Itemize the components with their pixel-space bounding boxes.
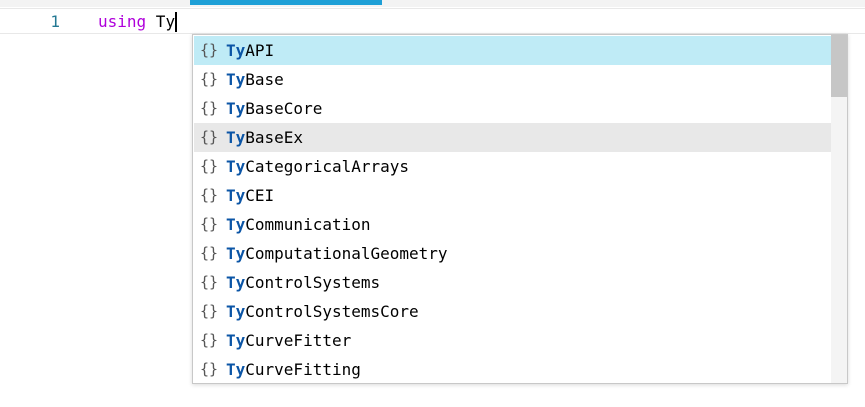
suggestion-item[interactable]: {} Ty ComputationalGeometry bbox=[194, 239, 831, 268]
suggestion-label: BaseEx bbox=[245, 128, 304, 147]
namespace-braces-icon: {} bbox=[200, 99, 219, 117]
text-cursor bbox=[175, 12, 178, 32]
tab-bar bbox=[0, 0, 865, 7]
namespace-braces-icon: {} bbox=[200, 244, 219, 262]
namespace-braces-icon: {} bbox=[200, 273, 219, 291]
suggestion-label: ComputationalGeometry bbox=[245, 244, 448, 263]
suggestion-item[interactable]: {} Ty CategoricalArrays bbox=[194, 152, 831, 181]
suggestion-item[interactable]: {} Ty Communication bbox=[194, 210, 831, 239]
suggestion-match-prefix: Ty bbox=[226, 273, 246, 292]
suggestion-match-prefix: Ty bbox=[226, 99, 246, 118]
code-editor[interactable]: 1 using Ty {} Ty API{} Ty Base{} Ty BaseCore{}… bbox=[0, 0, 865, 407]
suggestion-item[interactable]: {} Ty ControlSystemsCore bbox=[194, 297, 831, 326]
suggestion-match-prefix: Ty bbox=[226, 128, 246, 147]
suggestion-match-prefix: Ty bbox=[226, 331, 246, 350]
suggestion-match-prefix: Ty bbox=[226, 41, 246, 60]
suggestion-item[interactable]: {} Ty BaseCore bbox=[194, 94, 831, 123]
suggestion-match-prefix: Ty bbox=[226, 360, 246, 379]
namespace-braces-icon: {} bbox=[200, 157, 219, 175]
suggestion-match-prefix: Ty bbox=[226, 302, 246, 321]
namespace-braces-icon: {} bbox=[200, 302, 219, 320]
suggestion-label: CurveFitting bbox=[245, 360, 361, 379]
suggestion-label: API bbox=[245, 41, 275, 60]
suggestion-match-prefix: Ty bbox=[226, 186, 246, 205]
suggestion-match-prefix: Ty bbox=[226, 70, 246, 89]
suggestion-label: CategoricalArrays bbox=[245, 157, 410, 176]
namespace-braces-icon: {} bbox=[200, 360, 219, 378]
suggestion-item[interactable]: {} Ty CurveFitter bbox=[194, 326, 831, 355]
suggestion-scrollbar[interactable] bbox=[831, 35, 847, 383]
suggestion-widget[interactable]: {} Ty API{} Ty Base{} Ty BaseCore{} Ty BaseEx{} T… bbox=[192, 34, 848, 384]
namespace-braces-icon: {} bbox=[200, 41, 219, 59]
namespace-braces-icon: {} bbox=[200, 331, 219, 349]
suggestion-match-prefix: Ty bbox=[226, 244, 246, 263]
suggestion-item[interactable]: {} Ty API bbox=[194, 36, 831, 65]
keyword-token: using bbox=[98, 12, 147, 31]
suggestion-label: ControlSystems bbox=[245, 273, 381, 292]
namespace-braces-icon: {} bbox=[200, 128, 219, 146]
suggestion-label: ControlSystemsCore bbox=[245, 302, 419, 321]
typed-text: Ty bbox=[146, 12, 176, 31]
line-number: 1 bbox=[50, 12, 60, 31]
code-line[interactable]: using Ty bbox=[98, 12, 178, 32]
namespace-braces-icon: {} bbox=[200, 215, 219, 233]
namespace-braces-icon: {} bbox=[200, 186, 219, 204]
suggestion-item[interactable]: {} Ty BaseEx bbox=[194, 123, 831, 152]
suggestion-item[interactable]: {} Ty CurveFitting bbox=[194, 355, 831, 383]
suggestion-item[interactable]: {} Ty CEI bbox=[194, 181, 831, 210]
suggestion-match-prefix: Ty bbox=[226, 157, 246, 176]
suggestion-label: CEI bbox=[245, 186, 275, 205]
suggestion-list[interactable]: {} Ty API{} Ty Base{} Ty BaseCore{} Ty BaseEx{} T… bbox=[194, 36, 831, 383]
namespace-braces-icon: {} bbox=[200, 70, 219, 88]
suggestion-item[interactable]: {} Ty ControlSystems bbox=[194, 268, 831, 297]
active-tab-indicator bbox=[190, 0, 382, 5]
suggestion-label: Communication bbox=[245, 215, 371, 234]
suggestion-match-prefix: Ty bbox=[226, 215, 246, 234]
suggestion-label: CurveFitter bbox=[245, 331, 352, 350]
suggestion-label: Base bbox=[245, 70, 284, 89]
suggestion-label: BaseCore bbox=[245, 99, 323, 118]
scrollbar-thumb[interactable] bbox=[831, 35, 847, 97]
suggestion-item[interactable]: {} Ty Base bbox=[194, 65, 831, 94]
current-line[interactable]: 1 using Ty bbox=[0, 8, 865, 34]
